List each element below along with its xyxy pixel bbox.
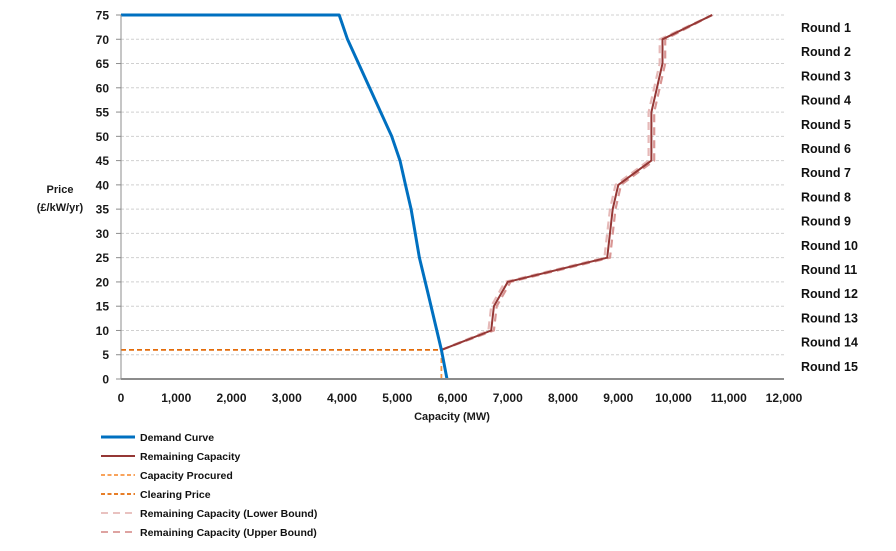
y-tick-label: 75 — [96, 9, 110, 23]
series-remaining-capacity-lower-bound — [440, 14, 713, 351]
y-tick-label: 55 — [96, 106, 110, 120]
y-tick-label: 30 — [96, 227, 110, 241]
round-label: Round 9 — [801, 215, 851, 229]
x-tick-label: 8,000 — [548, 391, 578, 405]
x-axis-ticks: 0 1,000 2,000 3,000 4,000 5,000 6,000 7,000 8,00… — [118, 391, 803, 405]
y-axis-ticks: 0 5 10 15 20 25 30 35 40 45 50 55 60 65 70 75 — [96, 9, 121, 387]
series-remaining-capacity-upper-bound — [441, 14, 713, 351]
round-label: Round 15 — [801, 360, 858, 374]
y-tick-label: 60 — [96, 81, 110, 95]
legend-item: Remaining Capacity (Lower Bound) — [101, 508, 317, 520]
x-axis-label: Capacity (MW) — [414, 411, 490, 423]
round-label: Round 3 — [801, 69, 851, 83]
round-label: Round 8 — [801, 190, 851, 204]
y-tick-label: 50 — [96, 130, 110, 144]
y-tick-label: 40 — [96, 178, 110, 192]
x-tick-label: 12,000 — [766, 391, 803, 405]
y-tick-label: 0 — [102, 373, 109, 387]
x-tick-label: 0 — [118, 391, 125, 405]
y-tick-label: 25 — [96, 251, 110, 265]
legend-item: Demand Curve — [101, 432, 214, 444]
x-tick-label: 11,000 — [711, 391, 747, 405]
y-tick-label: 5 — [102, 348, 109, 362]
round-label: Round 10 — [801, 239, 858, 253]
round-label: Round 1 — [801, 21, 851, 35]
legend-item: Remaining Capacity — [101, 451, 241, 463]
round-label: Round 13 — [801, 311, 858, 325]
round-label: Round 7 — [801, 166, 851, 180]
legend-item: Capacity Procured — [101, 470, 233, 482]
x-tick-label: 6,000 — [437, 391, 467, 405]
gridlines — [121, 14, 784, 356]
capacity-auction-chart: 0 5 10 15 20 25 30 35 40 45 50 55 60 65 70 75 0 1,000 2,0… — [37, 9, 858, 540]
legend-label: Capacity Procured — [140, 470, 233, 482]
round-label: Round 4 — [801, 94, 851, 108]
y-axis-label-line-1: Price — [47, 184, 74, 196]
y-tick-label: 65 — [96, 57, 110, 71]
round-label: Round 14 — [801, 336, 858, 350]
x-tick-label: 9,000 — [603, 391, 633, 405]
legend-label: Remaining Capacity — [140, 451, 241, 463]
x-tick-label: 4,000 — [327, 391, 357, 405]
round-labels: Round 1 Round 2 Round 3 Round 4 Round 5 Round… — [801, 21, 858, 374]
legend-item: Remaining Capacity (Upper Bound) — [101, 527, 317, 539]
y-tick-label: 70 — [96, 33, 110, 47]
x-tick-label: 1,000 — [161, 391, 191, 405]
series-remaining-capacity — [441, 14, 713, 351]
legend-label: Clearing Price — [140, 489, 211, 501]
round-label: Round 11 — [801, 263, 857, 277]
y-tick-label: 35 — [96, 203, 110, 217]
legend: Demand Curve Remaining Capacity Capacity P… — [101, 432, 317, 539]
x-tick-label: 5,000 — [382, 391, 412, 405]
series-demand-curve — [121, 13, 449, 380]
round-label: Round 12 — [801, 287, 858, 301]
y-tick-label: 15 — [96, 300, 110, 314]
round-label: Round 5 — [801, 118, 851, 132]
legend-label: Demand Curve — [140, 432, 214, 444]
legend-label: Remaining Capacity (Lower Bound) — [140, 508, 317, 520]
y-tick-label: 10 — [96, 324, 110, 338]
round-label: Round 2 — [801, 45, 851, 59]
series-lines — [121, 13, 713, 380]
legend-label: Remaining Capacity (Upper Bound) — [140, 527, 317, 539]
round-label: Round 6 — [801, 142, 851, 156]
y-tick-label: 45 — [96, 154, 110, 168]
x-tick-label: 3,000 — [272, 391, 302, 405]
x-tick-label: 7,000 — [493, 391, 523, 405]
legend-item: Clearing Price — [101, 489, 211, 501]
x-tick-label: 10,000 — [655, 391, 692, 405]
x-tick-label: 2,000 — [216, 391, 246, 405]
y-axis-label-line-2: (£/kW/yr) — [37, 202, 84, 214]
y-tick-label: 20 — [96, 275, 110, 289]
